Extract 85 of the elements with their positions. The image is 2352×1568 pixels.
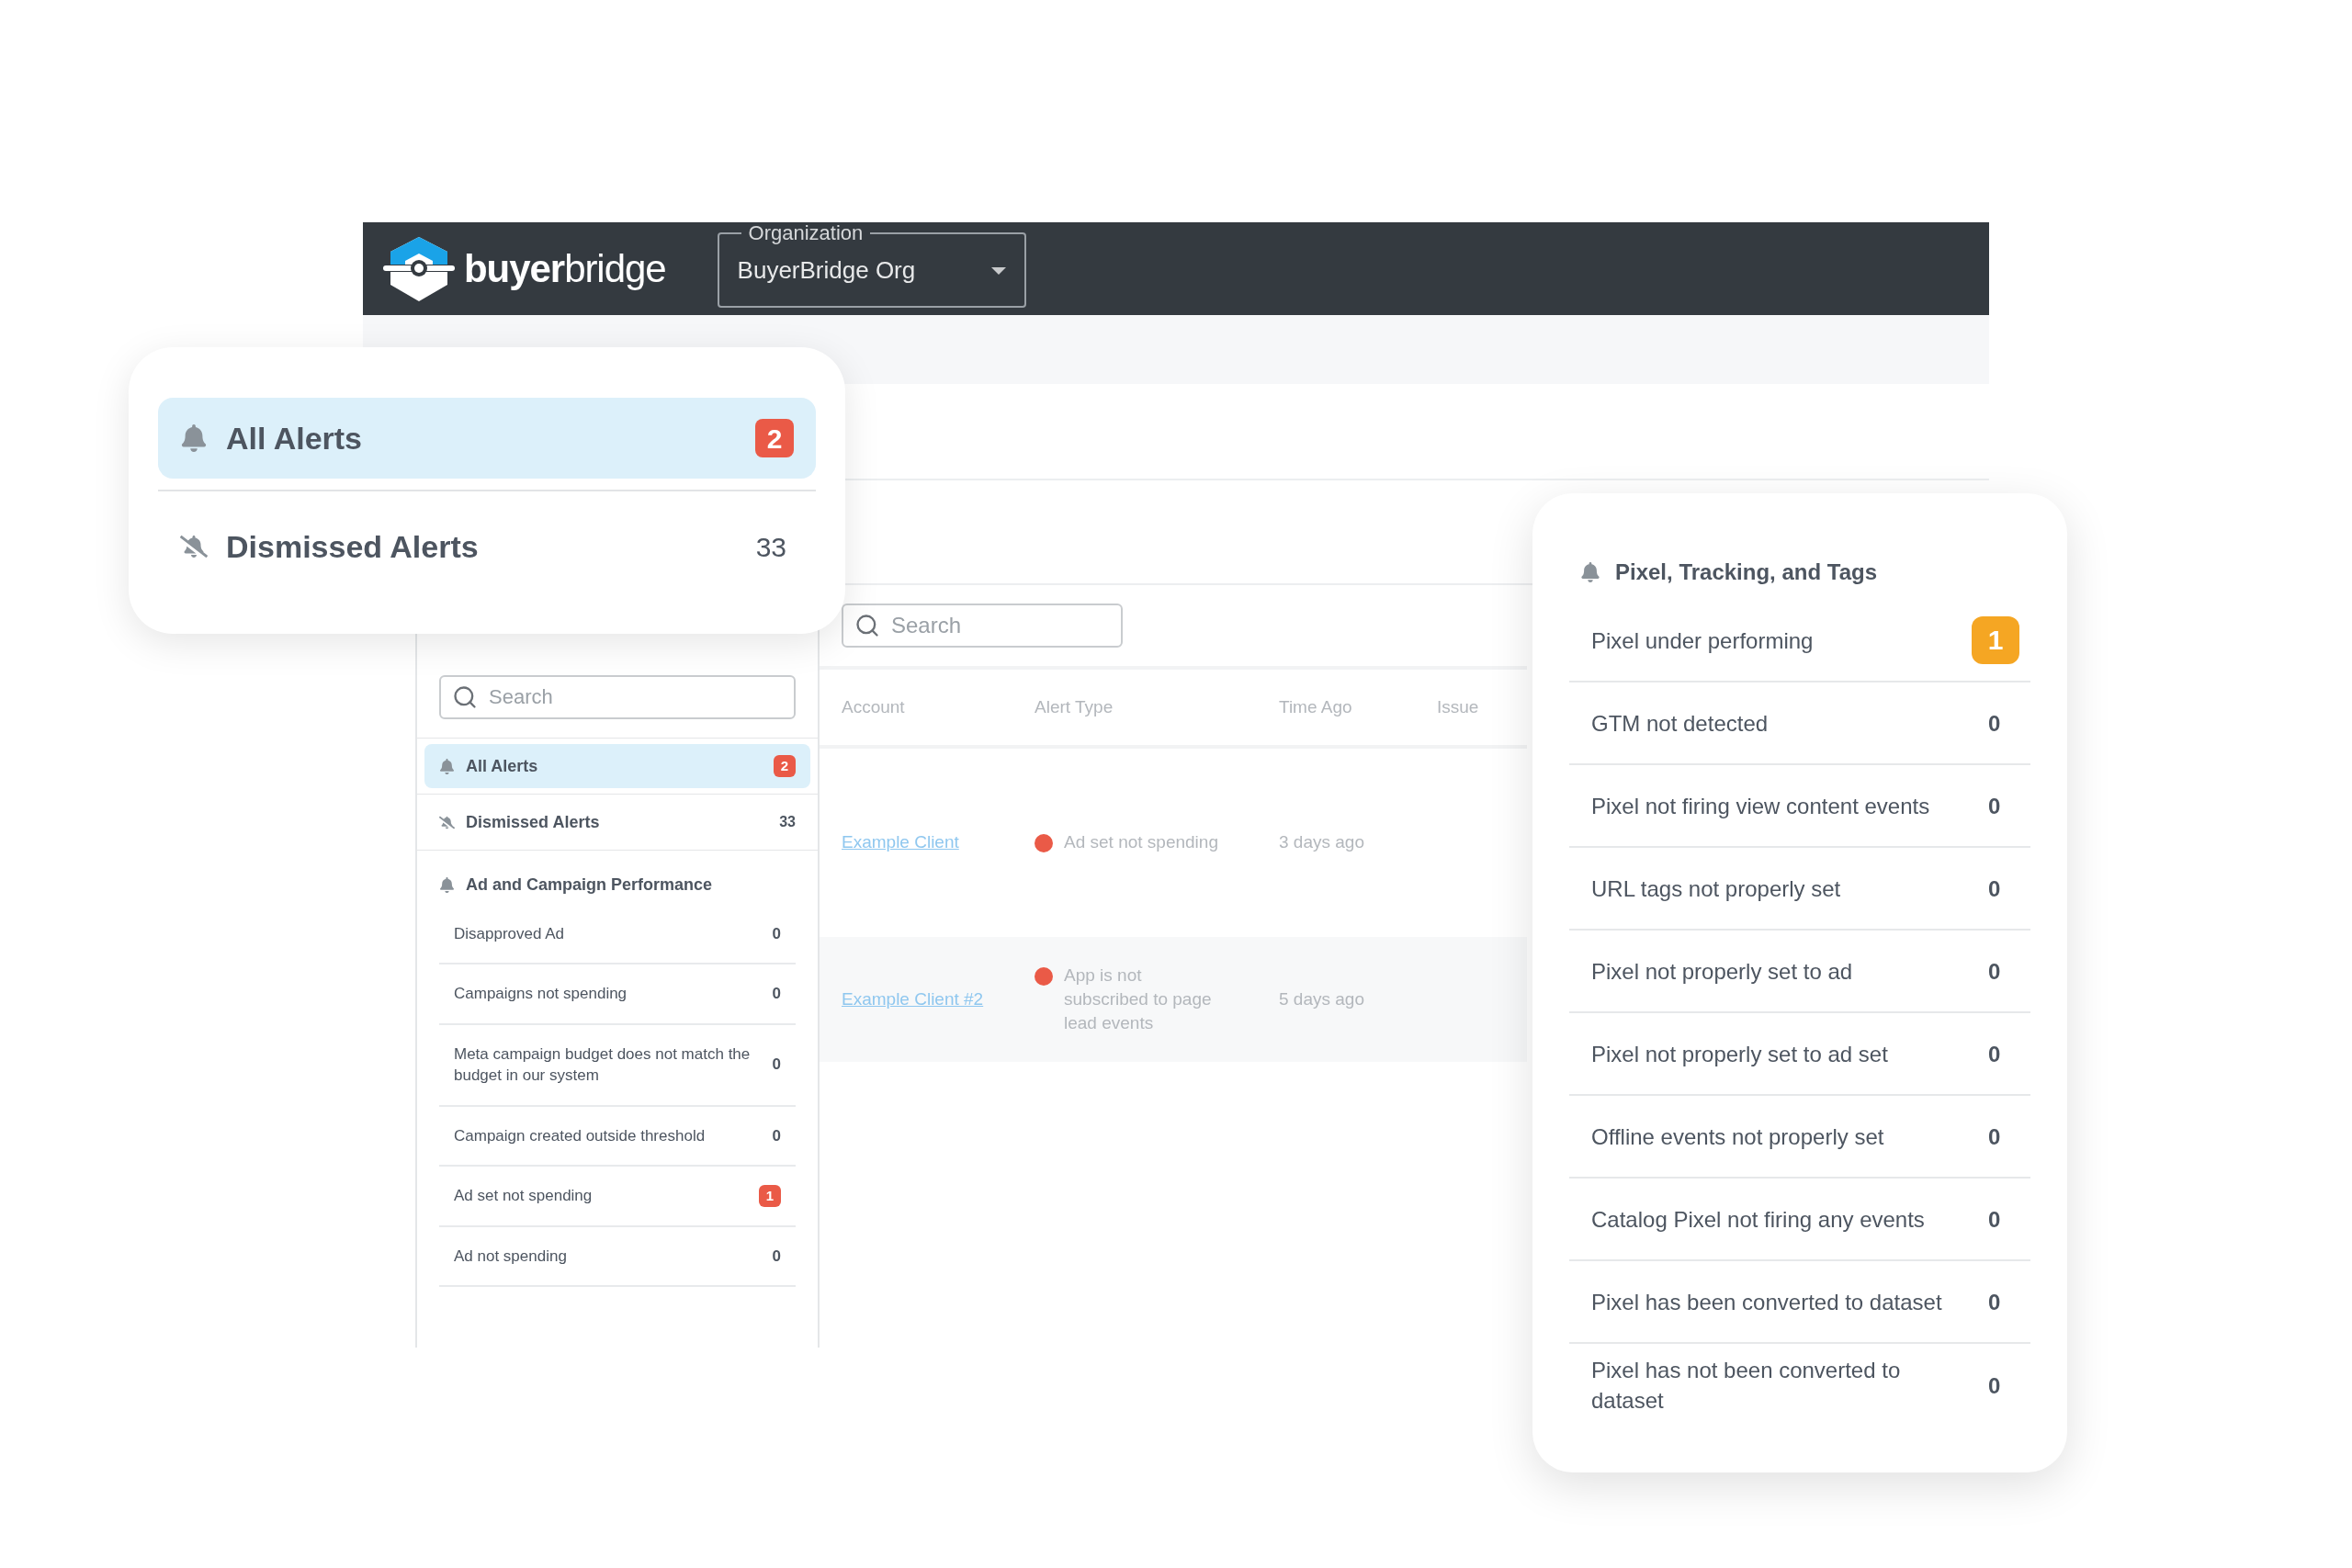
alert-type-item[interactable]: Pixel not properly set to ad set 0 — [1569, 1013, 2030, 1096]
alert-type-label: Campaigns not spending — [454, 984, 628, 1005]
alert-type-label: Pixel not properly set to ad — [1591, 957, 1854, 986]
alert-type-item[interactable]: Meta campaign budget does not match the budget in our system 0 — [439, 1024, 796, 1107]
alert-type-item[interactable]: Pixel not firing view content events 0 — [1569, 765, 2030, 848]
column-header: Issue — [1436, 695, 1479, 718]
count-badge: 2 — [774, 755, 796, 777]
alert-type-label: Pixel not firing view content events — [1591, 792, 1931, 820]
count-text: 0 — [1988, 1205, 2001, 1234]
alert-type-item[interactable]: Ad not spending 0 — [439, 1226, 796, 1288]
alert-type-label: Disapproved Ad — [454, 924, 566, 944]
count-text: 0 — [772, 1246, 781, 1267]
search-icon — [452, 684, 478, 710]
count-badge: 1 — [759, 1184, 781, 1207]
count-text: 0 — [1988, 1371, 2001, 1400]
alert-type-item[interactable]: Disapproved Ad 0 — [439, 905, 796, 965]
column-header: Account — [841, 695, 906, 718]
alert-type-label: Ad not spending — [454, 1246, 568, 1267]
organization-label: Organization — [747, 222, 865, 243]
alert-type-item[interactable]: Pixel not properly set to ad 0 — [1569, 931, 2030, 1013]
alert-type-item[interactable]: Pixel has not been converted to dataset 0 — [1569, 1344, 2030, 1427]
sidebar-item-label: All Alerts — [466, 755, 539, 777]
count-text: 0 — [772, 924, 781, 944]
search-field[interactable]: Search — [439, 675, 796, 719]
column-header: Time Ago — [1278, 695, 1353, 718]
count-text: 33 — [779, 813, 796, 831]
count-text: 0 — [772, 984, 781, 1005]
alert-type-item[interactable]: Offline events not properly set 0 — [1569, 1096, 2030, 1179]
sidebar-item[interactable]: Dismissed Alerts 33 — [424, 800, 810, 844]
alert-type-label: Catalog Pixel not firing any events — [1591, 1205, 1926, 1234]
alert-type-label: Ad set not spending — [454, 1186, 594, 1207]
alert-type-item[interactable]: Campaign created outside threshold 0 — [439, 1106, 796, 1167]
alert-type-item[interactable]: GTM not detected 0 — [1569, 682, 2030, 765]
bell-slash-icon — [439, 814, 455, 830]
count-text: 33 — [755, 530, 786, 564]
alert-type-label: Offline events not properly set — [1591, 1122, 1885, 1151]
count-text: 0 — [1988, 792, 2001, 820]
alert-filter-label: Dismissed Alerts — [226, 527, 480, 566]
card-title: Pixel, Tracking, and Tags — [1615, 558, 1877, 586]
alert-type-label: Campaign created outside threshold — [454, 1125, 707, 1146]
caret-icon — [990, 266, 1006, 275]
alert-type-item[interactable]: Pixel under performing 1 — [1569, 600, 2030, 682]
alert-type-cell-text: App is not subscribed to page lead events — [1064, 964, 1213, 1035]
search-field[interactable]: Search — [842, 604, 1123, 648]
sidebar-item-label: Dismissed Alerts — [466, 811, 601, 833]
organization-select[interactable]: Organization BuyerBridge Org — [717, 222, 1026, 308]
logo-text: buyerbridge — [464, 246, 666, 292]
count-text: 0 — [1988, 1040, 2001, 1068]
count-text: 0 — [772, 1125, 781, 1146]
bell-slash-icon — [180, 533, 208, 560]
time-ago-cell-text: 5 days ago — [1278, 987, 1365, 1010]
bell-icon — [439, 758, 455, 774]
organization-value: BuyerBridge Org — [737, 255, 916, 286]
alert-type-item[interactable]: Pixel has been converted to dataset 0 — [1569, 1261, 2030, 1344]
count-text: 0 — [1988, 957, 2001, 986]
alert-type-label: URL tags not properly set — [1591, 874, 1842, 903]
bell-icon — [439, 877, 455, 893]
alert-type-label: Pixel has not been converted to dataset — [1591, 1357, 1902, 1415]
bell-icon — [1580, 562, 1600, 582]
sidebar-item[interactable]: All Alerts 2 — [424, 744, 810, 788]
bell-icon — [180, 424, 208, 452]
alert-type-label: Pixel under performing — [1591, 626, 1815, 655]
alert-type-item[interactable]: Ad set not spending 1 — [439, 1166, 796, 1227]
alert-type-item[interactable]: Campaigns not spending 0 — [439, 964, 796, 1025]
count-text: 0 — [1988, 874, 2001, 903]
alert-filter-item[interactable]: All Alerts 2 — [158, 398, 816, 479]
count-badge: 1 — [1972, 616, 2019, 664]
alert-type-label: GTM not detected — [1591, 709, 1770, 738]
count-badge: 2 — [755, 419, 794, 457]
column-header: Alert Type — [1034, 695, 1114, 718]
search-icon — [854, 613, 880, 638]
count-text: 0 — [1988, 1122, 2001, 1151]
count-text: 0 — [1988, 709, 2001, 738]
alert-type-label: Pixel has been converted to dataset — [1591, 1288, 1943, 1316]
alert-filter-item[interactable]: Dismissed Alerts 33 — [158, 506, 816, 587]
alert-type-label: Pixel not properly set to ad set — [1591, 1040, 1889, 1068]
count-text: 0 — [1988, 1288, 2001, 1316]
count-text: 0 — [772, 1055, 781, 1076]
time-ago-cell-text: 3 days ago — [1278, 831, 1365, 854]
alert-type-cell-text: Ad set not spending — [1064, 831, 1219, 854]
alert-type-item[interactable]: Catalog Pixel not firing any events 0 — [1569, 1179, 2030, 1261]
alert-type-label: Meta campaign budget does not match the budget in our system — [454, 1043, 752, 1087]
alert-type-item[interactable]: URL tags not properly set 0 — [1569, 848, 2030, 931]
alert-filter-label: All Alerts — [226, 419, 363, 457]
group-title: Ad and Campaign Performance — [466, 874, 713, 896]
